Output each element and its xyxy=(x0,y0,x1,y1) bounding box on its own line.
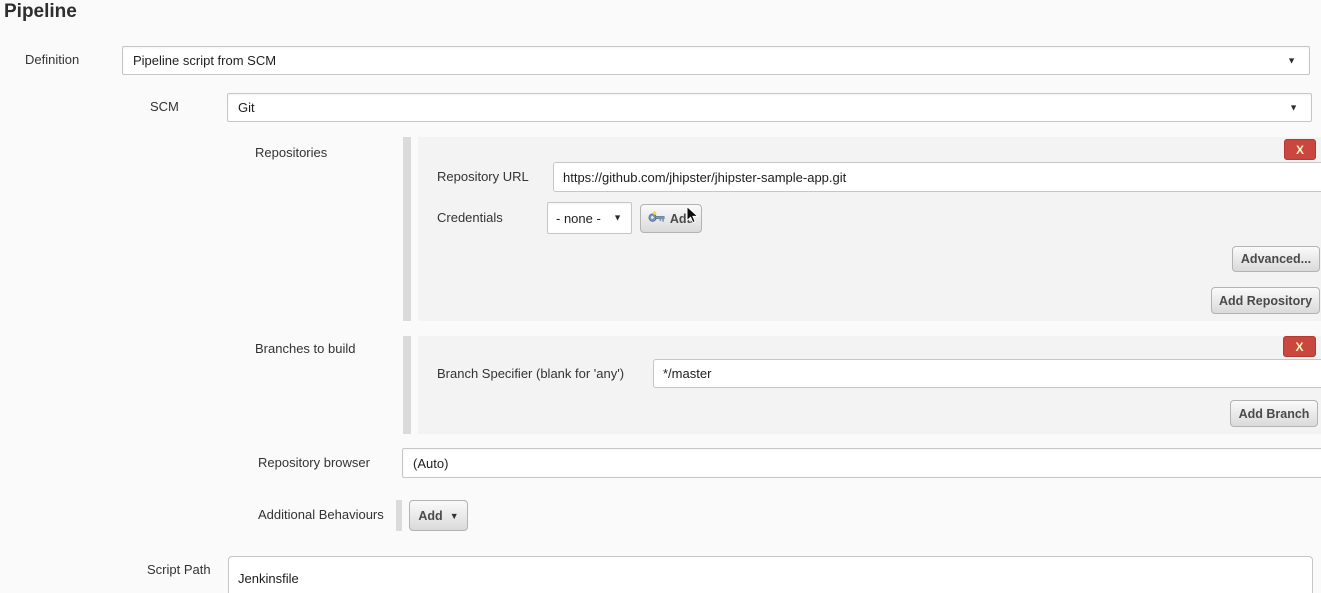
repository-browser-select-value: (Auto) xyxy=(413,456,448,471)
advanced-button[interactable]: Advanced... xyxy=(1232,246,1320,272)
scm-select-value: Git xyxy=(238,100,255,115)
add-behaviour-button[interactable]: Add ▼ xyxy=(409,500,468,531)
additional-behaviours-indent-bar xyxy=(396,500,402,531)
repositories-indent-bar xyxy=(403,137,411,321)
pipeline-config-page: Pipeline Definition Pipeline script from… xyxy=(0,0,1321,593)
repository-browser-label: Repository browser xyxy=(258,455,370,470)
chevron-down-icon: ▼ xyxy=(1287,56,1296,65)
chevron-down-icon: ▼ xyxy=(450,511,459,521)
repositories-label: Repositories xyxy=(255,145,327,160)
delete-repository-button[interactable]: X xyxy=(1284,139,1316,160)
credentials-label: Credentials xyxy=(437,210,503,225)
credentials-select[interactable]: - none - ▼ xyxy=(547,202,632,234)
definition-label: Definition xyxy=(25,52,79,67)
chevron-down-icon: ▼ xyxy=(613,213,622,222)
definition-select-value: Pipeline script from SCM xyxy=(133,53,276,68)
branch-specifier-label: Branch Specifier (blank for 'any') xyxy=(437,366,624,381)
repository-url-label: Repository URL xyxy=(437,169,529,184)
delete-branch-button[interactable]: X xyxy=(1283,336,1316,357)
script-path-input[interactable] xyxy=(228,556,1313,593)
add-behaviour-button-label: Add xyxy=(418,509,442,523)
credentials-select-value: - none - xyxy=(556,211,601,226)
branches-to-build-label: Branches to build xyxy=(255,341,355,356)
branches-indent-bar xyxy=(403,336,411,434)
definition-select[interactable]: Pipeline script from SCM ▼ xyxy=(122,46,1310,75)
script-path-label: Script Path xyxy=(147,562,211,577)
page-title: Pipeline xyxy=(4,1,77,23)
chevron-down-icon: ▼ xyxy=(1289,103,1298,112)
repository-url-input[interactable] xyxy=(553,162,1321,192)
additional-behaviours-label: Additional Behaviours xyxy=(258,507,384,522)
scm-select[interactable]: Git ▼ xyxy=(227,93,1312,122)
mouse-cursor xyxy=(686,206,699,224)
key-icon xyxy=(648,211,665,226)
add-branch-button[interactable]: Add Branch xyxy=(1230,400,1318,427)
branch-specifier-input[interactable] xyxy=(653,359,1321,388)
add-repository-button[interactable]: Add Repository xyxy=(1211,287,1320,314)
repository-browser-select[interactable]: (Auto) xyxy=(402,448,1321,478)
scm-label: SCM xyxy=(150,99,179,114)
